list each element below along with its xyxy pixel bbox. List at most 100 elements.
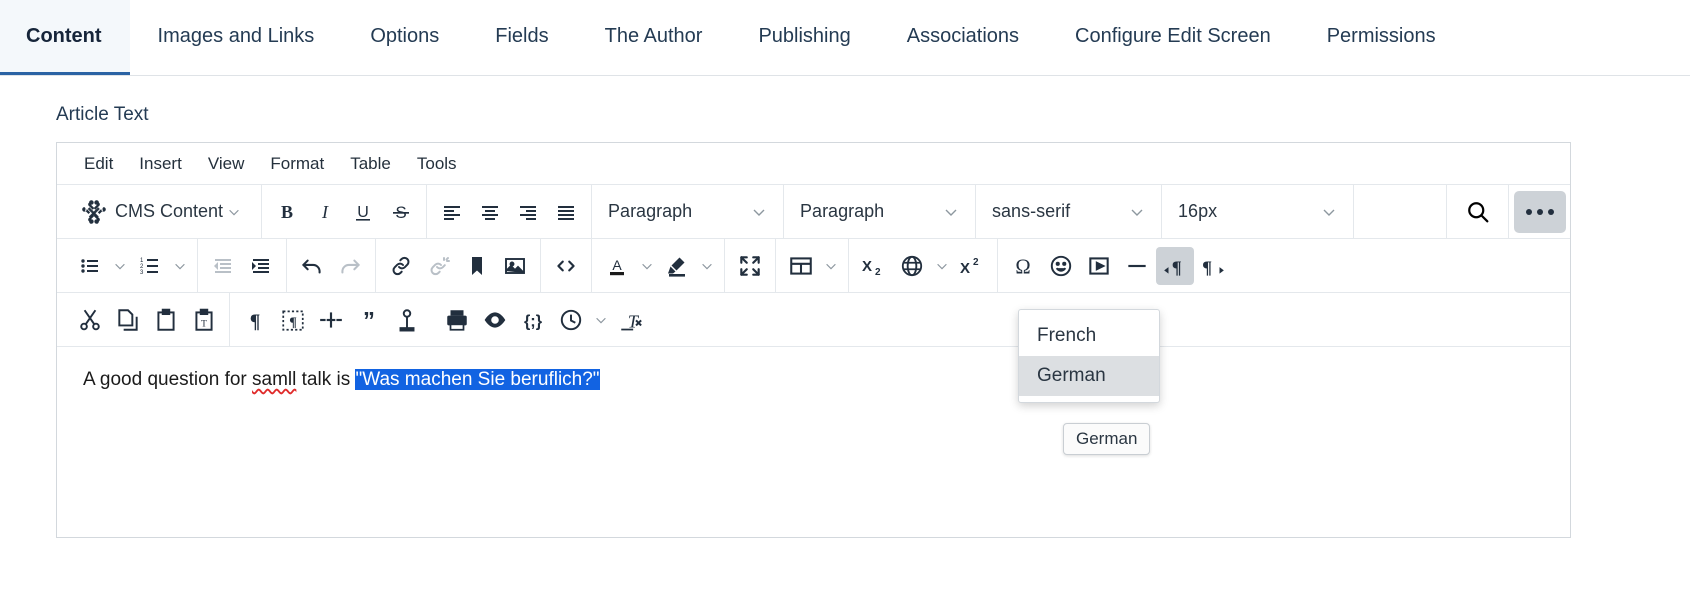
- media-icon[interactable]: [1080, 247, 1118, 285]
- link-icon[interactable]: [382, 247, 420, 285]
- paste-icon[interactable]: [147, 301, 185, 339]
- chevron-down-icon: [751, 204, 767, 220]
- language-menu-item-german[interactable]: German: [1019, 356, 1159, 396]
- align-justify-icon[interactable]: [547, 193, 585, 231]
- blockquote-icon[interactable]: ”: [350, 301, 388, 339]
- chevron-down-icon[interactable]: [931, 247, 953, 285]
- indent-icon[interactable]: [242, 247, 280, 285]
- clear-formatting-icon[interactable]: T: [612, 301, 650, 339]
- chevron-down-icon[interactable]: [636, 247, 658, 285]
- page-break-icon[interactable]: [312, 301, 350, 339]
- strikethrough-icon[interactable]: S: [382, 193, 420, 231]
- svg-text:Ω: Ω: [1015, 256, 1030, 278]
- cut-icon[interactable]: [71, 301, 109, 339]
- toolbar-group-blocks: ¶ ¶ ”: [230, 293, 432, 346]
- language-menu-item-french[interactable]: French: [1019, 316, 1159, 356]
- bold-icon[interactable]: B: [268, 193, 306, 231]
- tab-label: Fields: [495, 25, 548, 48]
- redo-icon[interactable]: [331, 247, 369, 285]
- more-toolbar-button[interactable]: [1514, 191, 1566, 233]
- align-center-icon[interactable]: [471, 193, 509, 231]
- tab-label: Configure Edit Screen: [1075, 25, 1271, 48]
- tab-associations[interactable]: Associations: [879, 0, 1047, 75]
- tab-permissions[interactable]: Permissions: [1299, 0, 1464, 75]
- source-code-icon[interactable]: [547, 247, 585, 285]
- source-code-braces-icon[interactable]: {;}: [514, 301, 552, 339]
- chevron-down-icon[interactable]: [590, 301, 612, 339]
- chevron-down-icon: [943, 204, 959, 220]
- italic-icon[interactable]: I: [306, 193, 344, 231]
- styles-select[interactable]: Paragraph: [784, 185, 976, 239]
- bookmark-icon[interactable]: [458, 247, 496, 285]
- align-left-icon[interactable]: [433, 193, 471, 231]
- undo-icon[interactable]: [293, 247, 331, 285]
- tab-fields[interactable]: Fields: [467, 0, 576, 75]
- tab-images-and-links[interactable]: Images and Links: [130, 0, 343, 75]
- menu-edit[interactable]: Edit: [71, 150, 126, 178]
- chevron-down-icon: [1321, 204, 1337, 220]
- cms-content-button[interactable]: CMS Content: [71, 191, 255, 233]
- fontsize-select-value: 16px: [1178, 201, 1217, 222]
- fullscreen-icon[interactable]: [731, 247, 769, 285]
- fontfamily-select[interactable]: sans-serif: [976, 185, 1162, 239]
- language-icon[interactable]: [893, 247, 931, 285]
- menu-insert[interactable]: Insert: [126, 150, 195, 178]
- chevron-down-icon[interactable]: [223, 193, 245, 231]
- chevron-down-icon[interactable]: [696, 247, 718, 285]
- highlight-color-icon[interactable]: [658, 247, 696, 285]
- toolbar-group-code: [541, 239, 592, 292]
- editor-content-area[interactable]: A good question for samll talk is "Was m…: [57, 347, 1570, 537]
- align-right-icon[interactable]: [509, 193, 547, 231]
- toolbar-spacer: [1354, 185, 1446, 238]
- horizontal-rule-icon[interactable]: [1118, 247, 1156, 285]
- superscript-icon[interactable]: X2: [953, 247, 991, 285]
- page-body: Article Text Edit Insert View Format Tab…: [0, 76, 1690, 538]
- anchor-icon[interactable]: [388, 301, 426, 339]
- chevron-down-icon[interactable]: [169, 247, 191, 285]
- underline-icon[interactable]: U: [344, 193, 382, 231]
- joomla-logo-icon: [81, 199, 107, 225]
- toolbar-row1-end: [1446, 185, 1570, 238]
- rtl-icon[interactable]: ¶: [1194, 247, 1232, 285]
- special-character-icon[interactable]: Ω: [1004, 247, 1042, 285]
- tab-configure-edit-screen[interactable]: Configure Edit Screen: [1047, 0, 1299, 75]
- blocks-select[interactable]: Paragraph: [592, 185, 784, 239]
- tab-options[interactable]: Options: [342, 0, 467, 75]
- svg-text:¶: ¶: [289, 314, 297, 330]
- tab-label: The Author: [605, 25, 703, 48]
- content-text-prefix: A good question for: [83, 369, 252, 390]
- svg-text:X: X: [960, 260, 970, 277]
- numbered-list-icon[interactable]: 123: [131, 247, 169, 285]
- tab-content[interactable]: Content: [0, 0, 130, 75]
- chevron-down-icon[interactable]: [109, 247, 131, 285]
- unlink-icon[interactable]: [420, 247, 458, 285]
- paste-as-text-icon[interactable]: T: [185, 301, 223, 339]
- tab-publishing[interactable]: Publishing: [730, 0, 878, 75]
- bullet-list-icon[interactable]: [71, 247, 109, 285]
- emoticon-icon[interactable]: [1042, 247, 1080, 285]
- tab-the-author[interactable]: The Author: [577, 0, 731, 75]
- fontsize-select[interactable]: 16px: [1162, 185, 1354, 239]
- toolbar-row-3: T ¶ ¶ ”: [57, 293, 1570, 347]
- text-color-icon[interactable]: A: [598, 247, 636, 285]
- outdent-icon[interactable]: [204, 247, 242, 285]
- menu-tools[interactable]: Tools: [404, 150, 470, 178]
- search-replace-button[interactable]: [1446, 185, 1508, 239]
- more-toolbar-cell[interactable]: [1508, 185, 1570, 239]
- subscript-icon[interactable]: X2: [855, 247, 893, 285]
- preview-icon[interactable]: [476, 301, 514, 339]
- visual-aid-icon[interactable]: ¶: [274, 301, 312, 339]
- chevron-down-icon[interactable]: [820, 247, 842, 285]
- insert-datetime-icon[interactable]: [552, 301, 590, 339]
- table-icon[interactable]: [782, 247, 820, 285]
- copy-icon[interactable]: [109, 301, 147, 339]
- menu-view[interactable]: View: [195, 150, 258, 178]
- tab-bar: Content Images and Links Options Fields …: [0, 0, 1690, 76]
- show-blocks-icon[interactable]: ¶: [236, 301, 274, 339]
- print-icon[interactable]: [438, 301, 476, 339]
- menu-table[interactable]: Table: [337, 150, 404, 178]
- ltr-icon[interactable]: ¶: [1156, 247, 1194, 285]
- menu-format[interactable]: Format: [257, 150, 337, 178]
- svg-text:¶: ¶: [250, 311, 261, 332]
- image-icon[interactable]: [496, 247, 534, 285]
